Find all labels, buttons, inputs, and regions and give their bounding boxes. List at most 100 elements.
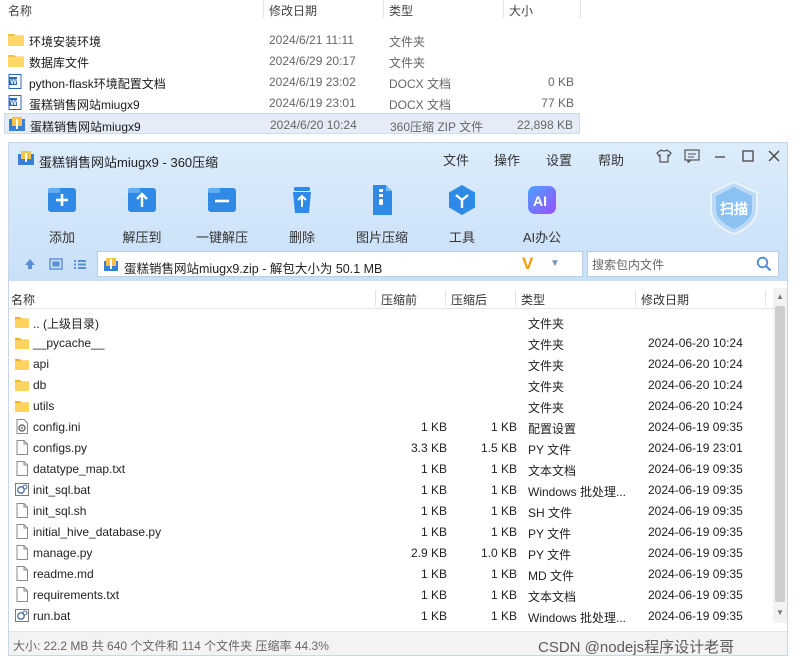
file-row[interactable]: readme.md 1 KB 1 KB MD 文件 2024-06-19 09:35 [9, 563, 771, 584]
file-modified-date: 2024-06-20 10:24 [648, 399, 743, 413]
search-box [587, 251, 779, 277]
file-row[interactable]: configs.py 3.3 KB 1.5 KB PY 文件 2024-06-19 23… [9, 437, 771, 458]
file-type: 文本文档 [528, 464, 577, 478]
tools-button[interactable]: 工具 [426, 183, 498, 246]
file-modified-date: 2024-06-19 09:35 [648, 462, 743, 476]
extract-to-button[interactable]: 解压到 [106, 183, 178, 246]
file-row[interactable]: init_sql.bat 1 KB 1 KB Windows 批处理... 2024-0… [9, 479, 771, 500]
file-type: 文件夹 [528, 317, 565, 331]
file-packed-size: 1 KB [420, 609, 447, 623]
column-divider[interactable] [765, 290, 766, 306]
vip-badge-icon[interactable]: V [522, 254, 533, 274]
explorer-row-selected[interactable]: 蛋糕销售网站miugx9 2024/6/20 10:24 360压缩 ZIP 文… [4, 113, 580, 134]
address-field[interactable]: 蛋糕销售网站miugx9.zip - 解包大小为 50.1 MB V ▼ [97, 251, 583, 277]
add-button[interactable]: 添加 [26, 183, 98, 246]
thumbnail-view-icon[interactable] [49, 257, 63, 274]
one-click-extract-button[interactable]: 一键解压 [186, 183, 258, 246]
file-compressed-size: 1 KB [490, 504, 517, 518]
file-compressed-size: 1 KB [490, 462, 517, 476]
explorer-row[interactable]: 数据库文件 2024/6/29 20:17 文件夹 [4, 50, 580, 71]
file-compressed-size: 1 KB [490, 567, 517, 581]
list-view-icon[interactable] [73, 257, 87, 274]
file-packed-size: 1 KB [420, 462, 447, 476]
column-divider[interactable] [263, 0, 264, 18]
skin-icon[interactable] [655, 149, 673, 166]
svg-text:AI: AI [533, 193, 547, 209]
col-type[interactable]: 类型 [521, 291, 545, 308]
scroll-up-arrow-icon[interactable]: ▲ [776, 292, 784, 301]
settings-file-icon [15, 419, 29, 434]
close-icon[interactable] [765, 149, 783, 166]
scan-button[interactable]: 扫描 [709, 180, 759, 236]
file-type: Windows 批处理... [528, 485, 627, 499]
column-divider[interactable] [445, 290, 446, 306]
file-row[interactable]: utils 文件夹 2024-06-20 10:24 [9, 395, 771, 416]
explorer-row[interactable]: 环境安装环境 2024/6/21 11:11 文件夹 [4, 29, 580, 50]
feedback-icon[interactable] [683, 149, 701, 166]
column-divider[interactable] [580, 0, 581, 18]
file-type: PY 文件 [528, 443, 572, 457]
explorer-col-type[interactable]: 类型 [389, 2, 413, 19]
file-row[interactable]: requirements.txt 1 KB 1 KB 文本文档 2024-06-19 0… [9, 584, 771, 605]
vertical-scrollbar[interactable]: ▲ ▼ [773, 288, 787, 623]
menu-settings[interactable]: 设置 [546, 150, 572, 169]
minimize-icon[interactable] [711, 149, 729, 166]
file-name: python-flask环境配置文档 [29, 77, 166, 91]
add-label: 添加 [48, 230, 75, 245]
file-type: SH 文件 [528, 506, 573, 520]
explorer-col-date[interactable]: 修改日期 [269, 2, 317, 19]
menu-help[interactable]: 帮助 [598, 150, 624, 169]
extract-to-icon [125, 183, 159, 217]
file-row[interactable]: __pycache__ 文件夹 2024-06-20 10:24 [9, 332, 771, 353]
file-row[interactable]: db 文件夹 2024-06-20 10:24 [9, 374, 771, 395]
file-row[interactable]: .. (上级目录) 文件夹 [9, 311, 771, 332]
file-modified-date: 2024-06-19 09:35 [648, 588, 743, 602]
image-compress-button[interactable]: 图片压缩 [346, 183, 418, 246]
file-row[interactable]: initial_hive_database.py 1 KB 1 KB PY 文件 202… [9, 521, 771, 542]
col-name[interactable]: 名称 [11, 291, 35, 308]
scrollbar-thumb[interactable] [775, 306, 785, 602]
file-date: 2024/6/21 11:11 [269, 33, 354, 47]
file-modified-date: 2024-06-19 09:35 [648, 546, 743, 560]
ai-office-icon: AI [525, 183, 559, 217]
maximize-icon[interactable] [739, 149, 757, 166]
file-row[interactable]: run.bat 1 KB 1 KB Windows 批处理... 2024-06-19 … [9, 605, 771, 626]
file-row[interactable]: init_sql.sh 1 KB 1 KB SH 文件 2024-06-19 09:35 [9, 500, 771, 521]
scroll-down-arrow-icon[interactable]: ▼ [776, 608, 784, 617]
file-date: 2024/6/29 20:17 [269, 54, 356, 68]
ai-office-button[interactable]: AI AI办公 [506, 183, 578, 246]
file-row[interactable]: datatype_map.txt 1 KB 1 KB 文本文档 2024-06-19 0… [9, 458, 771, 479]
file-size: 77 KB [541, 96, 574, 110]
file-row[interactable]: manage.py 2.9 KB 1.0 KB PY 文件 2024-06-19 09:… [9, 542, 771, 563]
file-row[interactable]: api 文件夹 2024-06-20 10:24 [9, 353, 771, 374]
one-click-extract-label: 一键解压 [195, 230, 248, 245]
explorer-col-size[interactable]: 大小 [509, 2, 533, 19]
column-divider[interactable] [383, 0, 384, 18]
up-arrow-icon[interactable] [23, 257, 37, 274]
column-divider[interactable] [635, 290, 636, 306]
chevron-down-icon[interactable]: ▼ [550, 258, 560, 269]
explorer-col-name[interactable]: 名称 [8, 2, 32, 19]
column-divider[interactable] [515, 290, 516, 306]
search-icon[interactable] [756, 256, 772, 272]
column-divider[interactable] [375, 290, 376, 306]
file-name: 蛋糕销售网站miugx9 [29, 98, 140, 112]
menu-operation[interactable]: 操作 [494, 150, 520, 169]
file-name: .. (上级目录) [33, 317, 99, 331]
explorer-row[interactable]: W 蛋糕销售网站miugx9 2024/6/19 23:01 DOCX 文档 7… [4, 92, 580, 113]
file-packed-size: 1 KB [420, 567, 447, 581]
menu-file[interactable]: 文件 [443, 150, 469, 169]
explorer-row[interactable]: W python-flask环境配置文档 2024/6/19 23:02 DOC… [4, 71, 580, 92]
delete-button[interactable]: 删除 [266, 183, 338, 246]
col-compressed-size[interactable]: 压缩后 [451, 291, 487, 308]
search-input[interactable] [590, 255, 754, 275]
column-divider[interactable] [503, 0, 504, 18]
zip-archive-icon [104, 258, 118, 271]
file-row[interactable]: config.ini 1 KB 1 KB 配置设置 2024-06-19 09:35 [9, 416, 771, 437]
col-modified-date[interactable]: 修改日期 [641, 291, 689, 308]
file-packed-size: 2.9 KB [410, 546, 447, 560]
file-modified-date: 2024-06-19 09:35 [648, 567, 743, 581]
file-type: MD 文件 [528, 569, 574, 583]
delete-label: 删除 [288, 230, 315, 245]
col-packed-size[interactable]: 压缩前 [381, 291, 417, 308]
